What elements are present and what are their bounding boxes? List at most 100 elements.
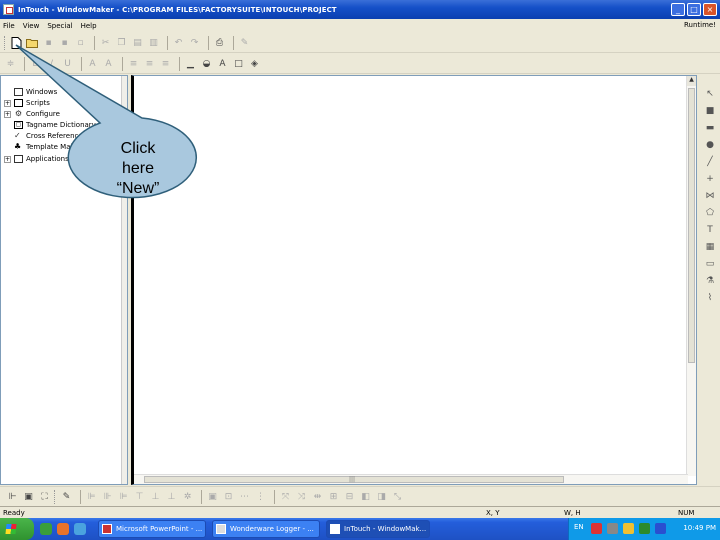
new-icon[interactable] xyxy=(10,36,23,49)
copy-icon[interactable]: ❐ xyxy=(115,36,128,49)
tree-expander[interactable]: + xyxy=(4,110,11,118)
align-center-icon[interactable]: ⊪ xyxy=(101,490,114,503)
line-icon[interactable]: ╱ xyxy=(700,153,720,170)
scroll-up-arrow-icon[interactable]: ▲ xyxy=(687,76,696,86)
make-symbol-icon[interactable]: ▣ xyxy=(206,490,219,503)
align-bottom-icon[interactable]: ⊥ xyxy=(165,490,178,503)
tray-flag-icon[interactable] xyxy=(655,523,666,534)
task-powerpoint[interactable]: Microsoft PowerPoint - ... xyxy=(98,520,206,538)
tree-item-cross-reference[interactable]: ✓ Cross Reference xyxy=(4,131,83,141)
undo-icon[interactable]: ↶ xyxy=(172,36,185,49)
ungroup-icon[interactable]: ⊟ xyxy=(343,490,356,503)
align-right-icon[interactable]: ⊫ xyxy=(117,490,130,503)
rectangle-icon[interactable]: ■ xyxy=(700,102,720,119)
tree-expander[interactable]: + xyxy=(4,99,11,107)
select-icon[interactable]: ↖ xyxy=(700,85,720,102)
save-all-icon[interactable]: ▪ xyxy=(58,36,71,49)
open-icon[interactable] xyxy=(26,36,39,49)
group-icon[interactable]: ⊞ xyxy=(327,490,340,503)
language-indicator[interactable]: EN xyxy=(574,523,584,531)
wizard-tool-icon[interactable]: ⚗ xyxy=(700,272,720,289)
tree-scrollbar[interactable] xyxy=(121,76,127,484)
wizard-icon[interactable]: ✎ xyxy=(238,36,251,49)
break-symbol-icon[interactable]: ⊡ xyxy=(222,490,235,503)
bitmap-icon[interactable]: ▦ xyxy=(700,238,720,255)
task-logger[interactable]: Wonderware Logger - ... xyxy=(212,520,320,538)
window-bring-icon[interactable]: ⊩ xyxy=(6,490,19,503)
runtime-menu[interactable]: Runtime! xyxy=(684,21,716,29)
minimize-button[interactable]: _ xyxy=(671,3,685,16)
bold-icon[interactable]: B xyxy=(29,57,42,70)
window-color-icon[interactable]: □ xyxy=(232,57,245,70)
align-icon[interactable]: ≑ xyxy=(4,57,17,70)
close-button[interactable]: × xyxy=(703,3,717,16)
tree-item-windows[interactable]: Windows xyxy=(4,87,57,97)
cut-icon[interactable]: ✂ xyxy=(99,36,112,49)
mirror-icon[interactable]: ⇹ xyxy=(311,490,324,503)
line-color-icon[interactable]: ▁ xyxy=(184,57,197,70)
reduce-font-icon[interactable]: A xyxy=(102,57,115,70)
align-middle-icon[interactable]: ⊥ xyxy=(149,490,162,503)
polyline-icon[interactable]: ⋈ xyxy=(700,187,720,204)
toolbar-grip[interactable] xyxy=(4,35,7,50)
trend-icon[interactable]: ⌇ xyxy=(700,289,720,306)
align-left-icon[interactable]: ≡ xyxy=(127,57,140,70)
back-icon[interactable]: ◨ xyxy=(375,490,388,503)
flip-icon[interactable]: ⤨ xyxy=(295,490,308,503)
print-preview-icon[interactable]: ▫ xyxy=(74,36,87,49)
fill-icon[interactable]: ◈ xyxy=(248,57,261,70)
save-icon[interactable]: ▪ xyxy=(42,36,55,49)
rotate-icon[interactable]: ⤧ xyxy=(279,490,292,503)
duplicate-icon[interactable]: ▥ xyxy=(147,36,160,49)
align-left-icon[interactable]: ⊫ xyxy=(85,490,98,503)
full-screen-icon[interactable]: ⛶ xyxy=(38,490,51,503)
canvas-vertical-scrollbar[interactable]: ▲ xyxy=(686,76,696,476)
task-intouch[interactable]: InTouch - WindowMak... xyxy=(326,520,430,538)
space-vertical-icon[interactable]: ⋮ xyxy=(254,490,267,503)
text-color-icon[interactable]: A xyxy=(216,57,229,70)
tree-expander[interactable]: + xyxy=(4,155,11,163)
ellipse-icon[interactable]: ● xyxy=(700,136,720,153)
font-icon[interactable]: A xyxy=(86,57,99,70)
window-canvas[interactable]: ▲ ||| xyxy=(131,75,697,485)
tree-item-template-maker[interactable]: ♣ Template Maker xyxy=(4,142,81,152)
fill-color-icon[interactable]: ◒ xyxy=(200,57,213,70)
print-icon[interactable]: ⎙ xyxy=(213,36,226,49)
underline-icon[interactable]: U xyxy=(61,57,74,70)
menu-view[interactable]: View xyxy=(23,22,40,30)
text-icon[interactable]: T xyxy=(700,221,720,238)
tray-help-icon[interactable] xyxy=(591,523,602,534)
paste-icon[interactable]: ▤ xyxy=(131,36,144,49)
start-button[interactable] xyxy=(0,518,34,540)
redo-icon[interactable]: ↷ xyxy=(188,36,201,49)
quicklaunch-ie-icon[interactable] xyxy=(74,523,86,535)
maximize-button[interactable]: □ xyxy=(687,3,701,16)
taskbar-clock[interactable]: 10:49 PM xyxy=(683,524,716,532)
tree-item-tagname-dictionary[interactable]: ▢ Tagname Dictionary xyxy=(4,120,96,130)
align-right-icon[interactable]: ≡ xyxy=(159,57,172,70)
pencil-icon[interactable]: ✎ xyxy=(60,490,73,503)
vertical-scroll-thumb[interactable] xyxy=(688,88,695,363)
align-top-icon[interactable]: ⊤ xyxy=(133,490,146,503)
front-icon[interactable]: ◧ xyxy=(359,490,372,503)
menu-file[interactable]: File xyxy=(3,22,15,30)
tree-item-configure[interactable]: + ⚙ Configure xyxy=(4,109,60,119)
toolbar-grip[interactable] xyxy=(54,489,57,504)
tree-item-scripts[interactable]: + Scripts xyxy=(4,98,50,108)
polygon-icon[interactable]: ⬠ xyxy=(700,204,720,221)
tree-item-applications[interactable]: + Applications xyxy=(4,154,69,164)
italic-icon[interactable]: / xyxy=(45,57,58,70)
button-icon[interactable]: ▭ xyxy=(700,255,720,272)
window-send-icon[interactable]: ▣ xyxy=(22,490,35,503)
tray-shield-icon[interactable] xyxy=(623,523,634,534)
reshape-icon[interactable]: ⤡ xyxy=(391,490,404,503)
canvas-horizontal-scrollbar[interactable]: ||| xyxy=(134,474,688,484)
quicklaunch-desktop-icon[interactable] xyxy=(40,523,52,535)
hv-line-icon[interactable]: + xyxy=(700,170,720,187)
intouch-app-icon[interactable] xyxy=(3,4,14,15)
tray-status-icon[interactable] xyxy=(639,523,650,534)
align-centers-icon[interactable]: ✲ xyxy=(181,490,194,503)
quicklaunch-browser-icon[interactable] xyxy=(57,523,69,535)
menu-special[interactable]: Special xyxy=(47,22,72,30)
align-center-icon[interactable]: ≡ xyxy=(143,57,156,70)
